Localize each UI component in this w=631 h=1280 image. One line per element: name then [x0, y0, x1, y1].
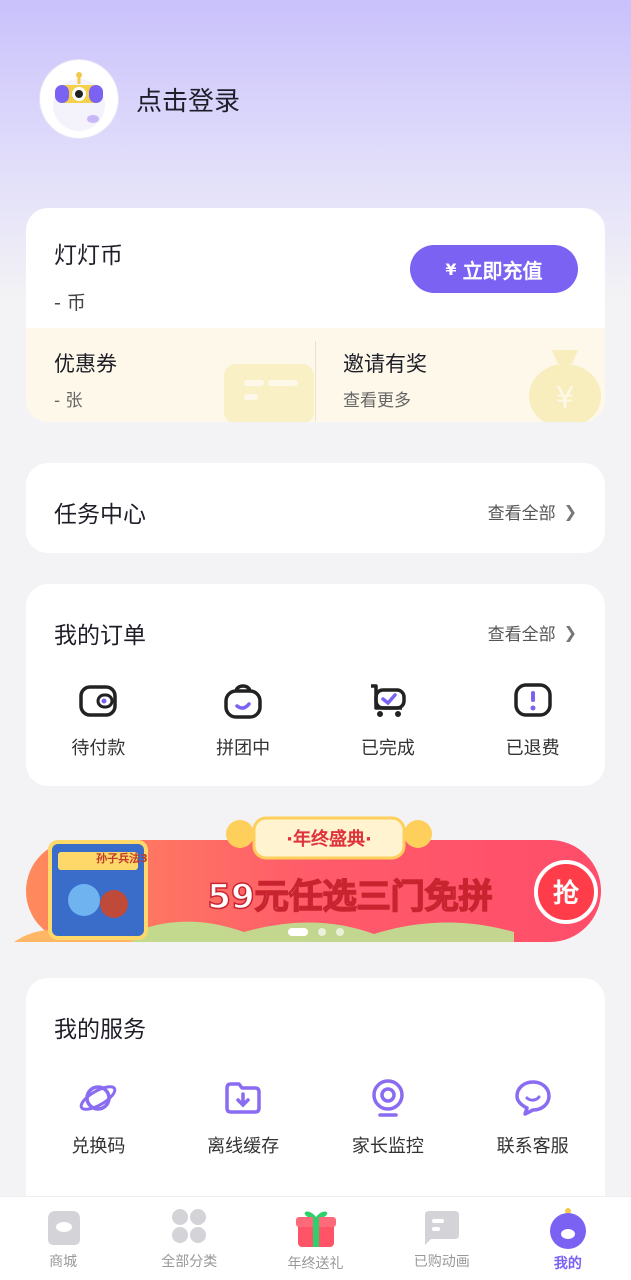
service-parent-monitor[interactable]: 家长监控: [316, 1078, 461, 1158]
tab-me-label: 我的: [553, 1256, 582, 1272]
services-title: 我的服务: [54, 1017, 146, 1043]
category-icon: [172, 1209, 207, 1243]
download-folder-icon: [225, 1082, 261, 1114]
tab-categories-label: 全部分类: [161, 1254, 218, 1270]
book-title-text: 孙子兵法3: [96, 851, 148, 865]
order-refunded-label: 已退费: [505, 738, 560, 759]
invite-more: 查看更多: [343, 391, 411, 411]
ticket-decoration-icon: [224, 364, 314, 422]
tab-gift-label: 年终送礼: [287, 1256, 344, 1272]
invite-title: 邀请有奖: [343, 352, 427, 376]
service-redeem-label: 兑换码: [71, 1136, 126, 1157]
service-customer-support[interactable]: 联系客服: [460, 1078, 605, 1158]
profile-icon: [549, 1208, 586, 1249]
bottom-tab-bar: 商城 全部分类 年终送礼 已购动画 我的: [0, 1196, 631, 1280]
group-bag-icon: [224, 684, 262, 719]
tab-me[interactable]: 我的: [505, 1197, 631, 1280]
task-center-title: 任务中心: [54, 502, 146, 528]
recharge-button[interactable]: ¥ 立即充值: [410, 245, 578, 293]
coin-title: 灯灯币: [54, 243, 123, 269]
tab-year-end-gift[interactable]: 年终送礼: [252, 1197, 378, 1280]
banner-grab-button: 抢: [553, 878, 580, 909]
login-header[interactable]: 点击登录: [40, 60, 240, 138]
coin-balance: - 币: [54, 292, 86, 314]
service-redeem-code[interactable]: 兑换码: [26, 1078, 171, 1158]
svg-text:¥: ¥: [555, 381, 574, 416]
banner-pagination: [288, 928, 344, 936]
recharge-button-label: 立即充值: [462, 258, 543, 283]
chevron-right-icon: ❯: [563, 623, 577, 642]
tab-shop[interactable]: 商城: [0, 1197, 126, 1280]
tab-all-categories[interactable]: 全部分类: [126, 1197, 252, 1280]
see-all-label: 查看全部: [487, 504, 556, 524]
wallet-icon: [79, 685, 118, 717]
pagination-dot[interactable]: [288, 928, 308, 936]
order-pending-payment[interactable]: 待付款: [26, 680, 171, 760]
tab-purchased-label: 已购动画: [413, 1254, 470, 1270]
order-completed-label: 已完成: [360, 738, 415, 759]
banner-badge-text: ·年终盛典·: [286, 828, 372, 850]
see-all-label: 查看全部: [487, 625, 556, 645]
order-group-buying[interactable]: 拼团中: [171, 680, 316, 760]
service-offline-cache[interactable]: 离线缓存: [171, 1078, 316, 1158]
tab-shop-label: 商城: [49, 1254, 78, 1270]
coupon-count: - 张: [54, 391, 83, 411]
purchased-icon: [424, 1211, 459, 1245]
service-offline-label: 离线缓存: [207, 1136, 280, 1157]
order-completed[interactable]: 已完成: [316, 680, 461, 760]
order-pending-label: 待付款: [71, 738, 126, 759]
chat-icon: [514, 1080, 551, 1116]
gift-icon: [295, 1211, 336, 1247]
pagination-dot[interactable]: [318, 928, 326, 936]
task-center-card[interactable]: 任务中心 查看全部 ❯: [26, 463, 605, 553]
coin-card: 灯灯币 - 币 ¥ 立即充值 ¥ 优惠券 - 张 邀请有奖 查看更多: [26, 208, 605, 422]
order-refunded[interactable]: 已退费: [460, 680, 605, 760]
coupon-entry[interactable]: 优惠券 - 张: [54, 348, 117, 411]
shop-icon: [48, 1211, 81, 1245]
coupon-title: 优惠券: [54, 352, 117, 376]
divider: [315, 341, 316, 421]
tab-purchased-animation[interactable]: 已购动画: [379, 1197, 505, 1280]
promo-banner[interactable]: 孙子兵法3 ·年终盛典· 59元任选三门免拼 抢: [14, 812, 605, 947]
promo-banner-art: 孙子兵法3 ·年终盛典· 59元任选三门免拼 抢: [14, 816, 601, 942]
chevron-right-icon: ❯: [563, 502, 577, 521]
orders-see-all[interactable]: 查看全部 ❯: [488, 620, 577, 645]
refund-alert-icon: [513, 683, 552, 717]
invite-entry[interactable]: 邀请有奖 查看更多: [343, 348, 427, 411]
coin-sub-row: ¥ 优惠券 - 张 邀请有奖 查看更多: [26, 328, 605, 422]
camera-icon: [372, 1079, 404, 1117]
orders-title: 我的订单: [54, 623, 146, 649]
task-center-see-all[interactable]: 查看全部 ❯: [488, 499, 577, 524]
planet-icon: [80, 1085, 117, 1111]
avatar[interactable]: [40, 60, 118, 138]
order-status-grid: 待付款 拼团中 已完成 已退费: [26, 680, 605, 760]
cart-check-icon: [370, 684, 406, 717]
robot-mascot-icon: [53, 72, 105, 131]
service-monitor-label: 家长监控: [351, 1136, 424, 1157]
banner-headline-text: 59元任选三门免拼: [207, 877, 492, 917]
money-bag-decoration-icon: ¥: [529, 350, 601, 422]
service-support-label: 联系客服: [496, 1136, 569, 1157]
pagination-dot[interactable]: [336, 928, 344, 936]
order-group-label: 拼团中: [216, 738, 271, 759]
login-prompt[interactable]: 点击登录: [136, 81, 240, 118]
services-grid: 兑换码 离线缓存 家长监控 联系客服: [26, 1078, 605, 1158]
orders-card: 我的订单 查看全部 ❯ 待付款 拼团中 已完成 已退费: [26, 584, 605, 786]
yen-icon: ¥: [445, 259, 457, 279]
